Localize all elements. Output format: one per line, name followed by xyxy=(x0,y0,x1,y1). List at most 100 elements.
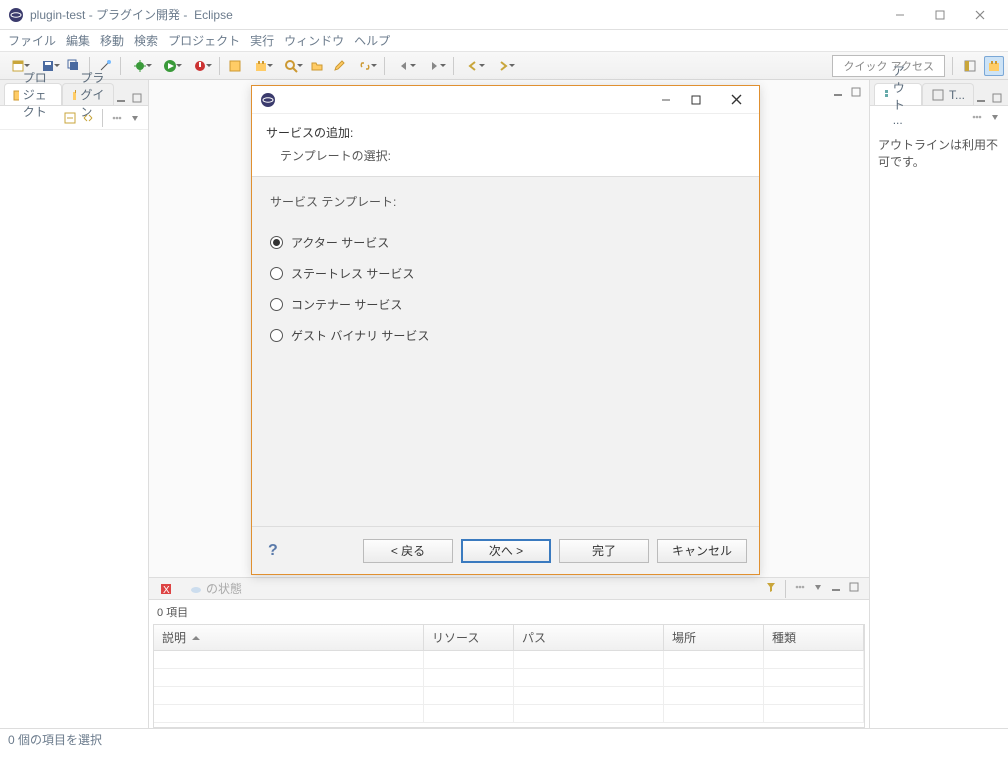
min-icon-2[interactable] xyxy=(829,580,843,594)
debug-button[interactable] xyxy=(126,56,154,76)
radio-icon xyxy=(270,298,283,311)
menubar: ファイル 編集 移動 検索 プロジェクト 実行 ウィンドウ ヘルプ xyxy=(0,30,1008,52)
menu-run[interactable]: 実行 xyxy=(246,30,278,51)
menu-project[interactable]: プロジェクト xyxy=(164,30,244,51)
status-tab[interactable]: の状態 xyxy=(183,578,248,599)
problems-item-count: 0 項目 xyxy=(149,600,869,624)
filter-icon[interactable] xyxy=(764,580,778,594)
dialog-minimize-button[interactable] xyxy=(651,88,681,112)
save-button[interactable] xyxy=(34,56,62,76)
finish-button[interactable]: 完了 xyxy=(559,539,649,563)
problems-icon: X xyxy=(159,582,173,596)
maximize-view-icon[interactable] xyxy=(130,91,144,105)
view-menu-icon[interactable] xyxy=(110,111,124,125)
new-plugin-button[interactable] xyxy=(247,56,275,76)
outline-empty-text: アウトラインは利用不可です。 xyxy=(870,128,1008,178)
menu-window[interactable]: ウィンドウ xyxy=(280,30,348,51)
radio-guest-binary-service[interactable]: ゲスト バイナリ サービス xyxy=(270,327,741,344)
title-perspective: プラグイン開発 xyxy=(96,6,180,23)
menu-file[interactable]: ファイル xyxy=(4,30,60,51)
radio-icon xyxy=(270,236,283,249)
open-perspective-button[interactable] xyxy=(960,56,980,76)
radio-icon xyxy=(270,329,283,342)
problems-table: 説明 リソース パス 場所 種類 xyxy=(153,624,865,728)
radio-actor-service[interactable]: アクター サービス xyxy=(270,234,741,251)
problems-view-tabs: X の状態 xyxy=(149,578,869,600)
radio-icon xyxy=(270,267,283,280)
new-button[interactable] xyxy=(4,56,32,76)
plugin-icon xyxy=(71,88,77,102)
ext-tools-button[interactable] xyxy=(186,56,214,76)
eclipse-icon xyxy=(8,7,24,23)
add-service-dialog: サービスの追加: テンプレートの選択: サービス テンプレート: アクター サー… xyxy=(251,85,760,575)
prev-edit-button[interactable] xyxy=(390,56,418,76)
menu-help[interactable]: ヘルプ xyxy=(350,30,394,51)
status-text: 0 個の項目を選択 xyxy=(8,731,102,748)
tab-plugins[interactable]: プラグイン xyxy=(62,83,114,105)
tasks-icon xyxy=(931,88,945,102)
plugin-perspective-button[interactable] xyxy=(984,56,1004,76)
edit-button[interactable] xyxy=(329,56,349,76)
dropdown-icon[interactable] xyxy=(128,111,142,125)
cancel-button[interactable]: キャンセル xyxy=(657,539,747,563)
tab-project-explorer[interactable]: プロジェクト xyxy=(4,83,62,105)
maximize-button[interactable] xyxy=(920,1,960,29)
title-project: plugin-test xyxy=(30,8,85,22)
menu-edit[interactable]: 編集 xyxy=(62,30,94,51)
dialog-header: サービスの追加: テンプレートの選択: xyxy=(252,114,759,177)
main-toolbar: クイック アクセス xyxy=(0,52,1008,80)
forward-button[interactable] xyxy=(489,56,517,76)
dropdown-icon-2[interactable] xyxy=(811,580,825,594)
minimize-view-icon[interactable] xyxy=(114,91,128,105)
folder-button[interactable] xyxy=(307,56,327,76)
window-titlebar: plugin-test - プラグイン開発 - Eclipse xyxy=(0,0,1008,30)
next-edit-button[interactable] xyxy=(420,56,448,76)
next-button[interactable]: 次へ > xyxy=(461,539,551,563)
right-min-icon[interactable] xyxy=(974,91,988,105)
left-pane: プロジェクト プラグイン xyxy=(0,80,149,728)
view-menu-icon-2[interactable] xyxy=(793,580,807,594)
dialog-maximize-button[interactable] xyxy=(681,88,711,112)
outline-menu-icon[interactable] xyxy=(970,110,984,124)
editor-max-icon[interactable] xyxy=(849,85,863,99)
back-button[interactable]: < 戻る xyxy=(363,539,453,563)
open-type-button[interactable] xyxy=(225,56,245,76)
tab-tasks[interactable]: T... xyxy=(922,83,974,105)
radio-container-service[interactable]: コンテナー サービス xyxy=(270,296,741,313)
outline-dropdown-icon[interactable] xyxy=(988,110,1002,124)
dialog-legend: サービス テンプレート: xyxy=(270,193,741,210)
th-location[interactable]: 場所 xyxy=(664,625,764,650)
back-button[interactable] xyxy=(459,56,487,76)
search-button[interactable] xyxy=(277,56,305,76)
minimize-button[interactable] xyxy=(880,1,920,29)
cloud-icon xyxy=(189,582,203,596)
max-icon-2[interactable] xyxy=(847,580,861,594)
problems-tab[interactable]: X xyxy=(153,580,179,598)
tab-outline[interactable]: アウト ... xyxy=(874,83,922,105)
th-type[interactable]: 種類 xyxy=(764,625,864,650)
title-app: Eclipse xyxy=(194,8,233,22)
dialog-title: サービスの追加: xyxy=(266,124,745,141)
run-button[interactable] xyxy=(156,56,184,76)
dialog-close-button[interactable] xyxy=(721,88,751,112)
th-description[interactable]: 説明 xyxy=(154,625,424,650)
radio-stateless-service[interactable]: ステートレス サービス xyxy=(270,265,741,282)
help-icon[interactable]: ? xyxy=(264,542,278,560)
dialog-subtitle: テンプレートの選択: xyxy=(266,147,745,164)
link-editor-icon[interactable] xyxy=(81,111,95,125)
th-path[interactable]: パス xyxy=(514,625,664,650)
menu-search[interactable]: 検索 xyxy=(130,30,162,51)
outline-icon xyxy=(883,88,889,102)
right-max-icon[interactable] xyxy=(990,91,1004,105)
collapse-all-icon[interactable] xyxy=(63,111,77,125)
close-button[interactable] xyxy=(960,1,1000,29)
menu-navigate[interactable]: 移動 xyxy=(96,30,128,51)
quick-access[interactable]: クイック アクセス xyxy=(832,55,945,77)
eclipse-icon xyxy=(260,92,276,108)
dialog-titlebar xyxy=(252,86,759,114)
editor-min-icon[interactable] xyxy=(831,85,845,99)
statusbar: 0 個の項目を選択 xyxy=(0,728,1008,750)
th-resource[interactable]: リソース xyxy=(424,625,514,650)
folder-tree-icon xyxy=(13,88,19,102)
link-button[interactable] xyxy=(351,56,379,76)
